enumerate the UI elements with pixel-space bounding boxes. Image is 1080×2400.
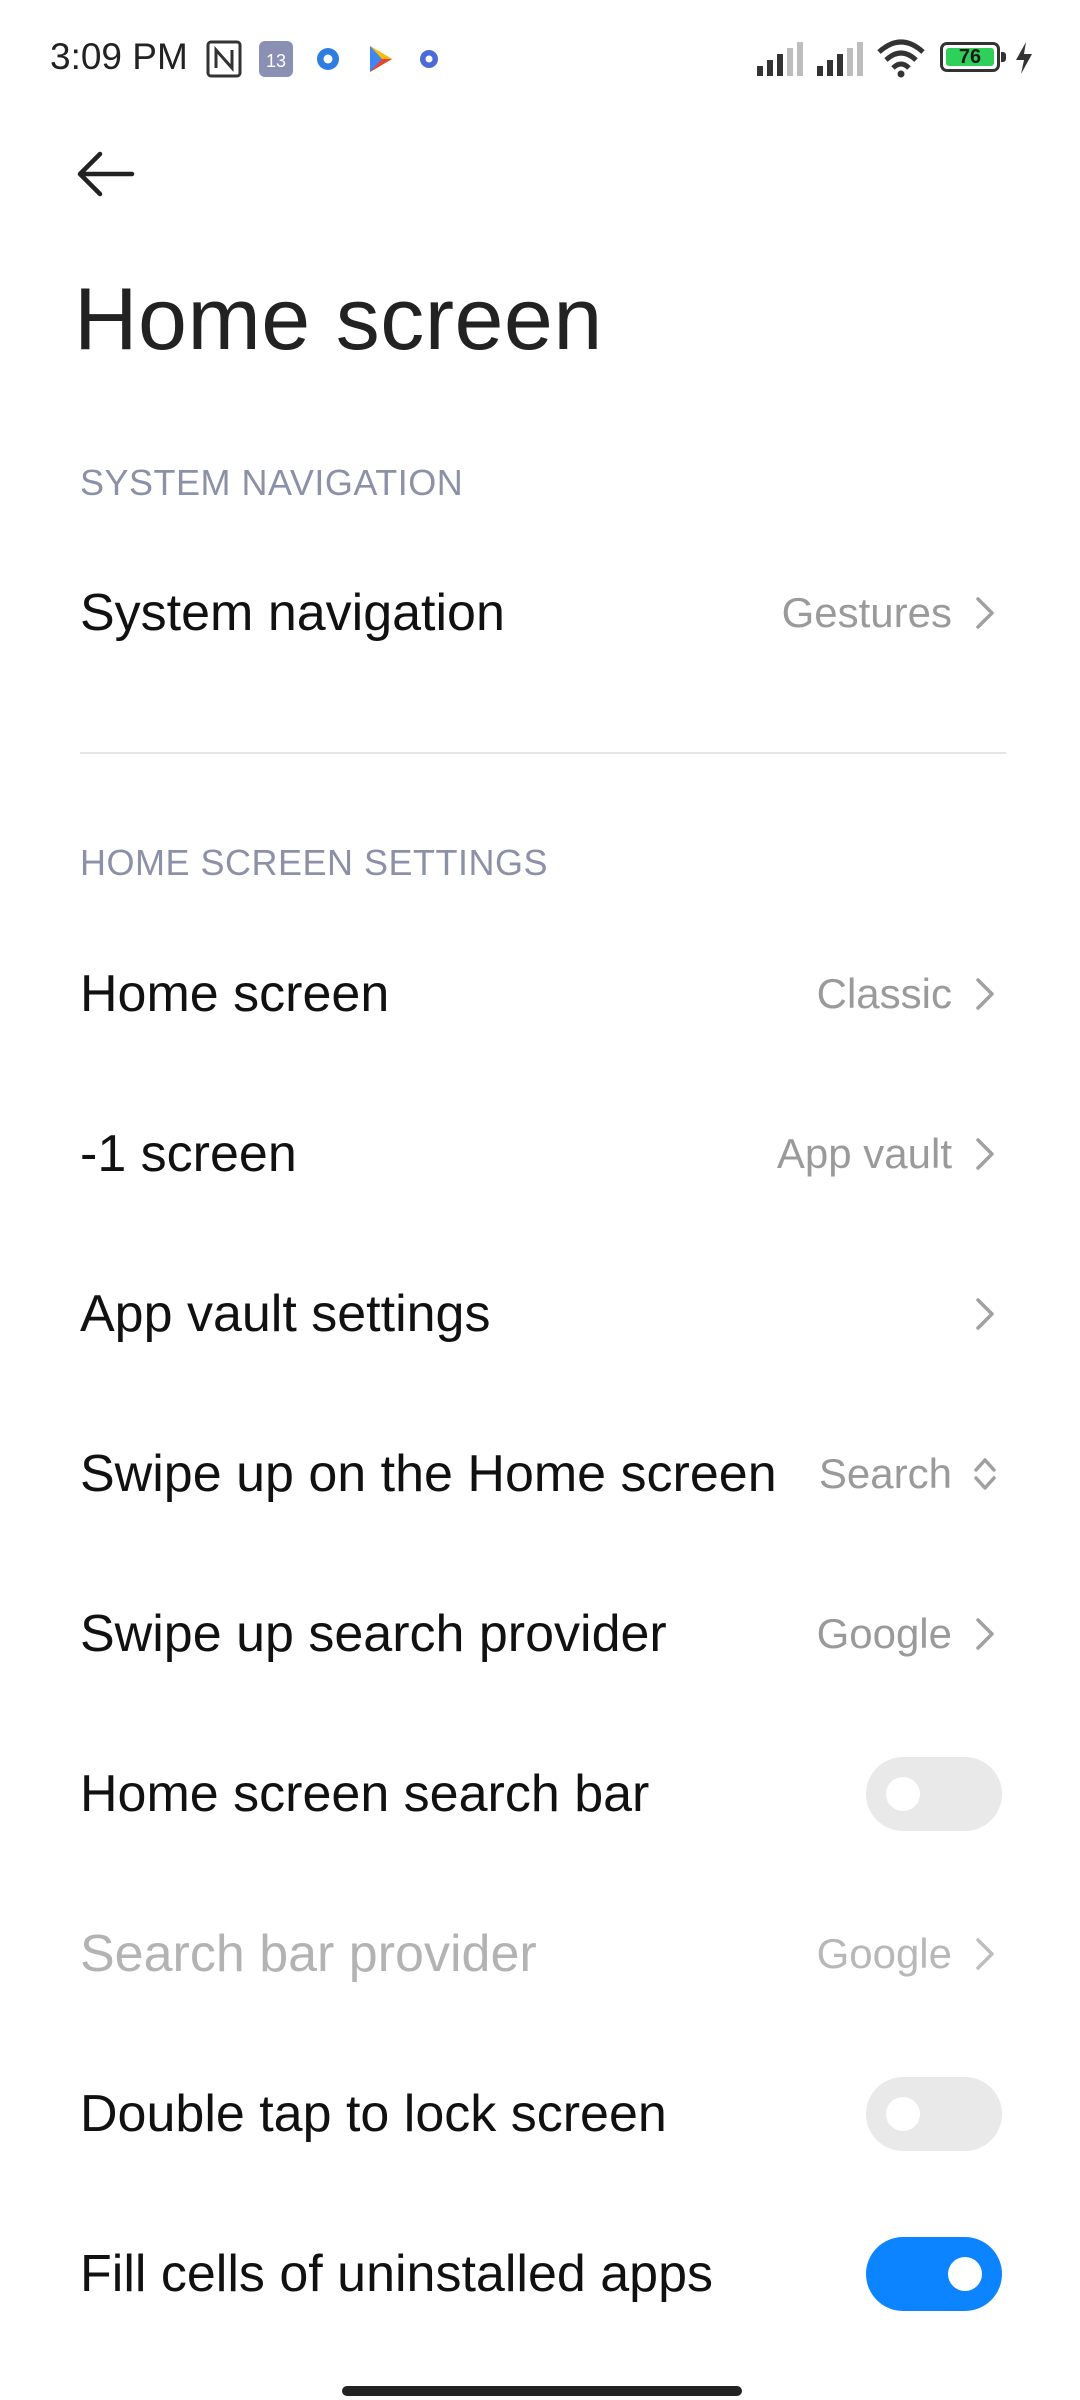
setting-value: Gestures (781, 589, 952, 636)
chevron-right-icon (976, 1938, 994, 1970)
chevron-right-icon (976, 1138, 994, 1170)
setting-label: Swipe up on the Home screen (80, 1445, 777, 1503)
chevron-right-icon (976, 978, 994, 1010)
setting-label: Swipe up search provider (80, 1605, 667, 1663)
play-store-icon (370, 46, 392, 72)
charging-icon (1016, 42, 1032, 74)
setting-row-minus-one-screen[interactable]: -1 screen App vault (0, 1084, 1080, 1224)
setting-row-swipe-up-home-screen[interactable]: Swipe up on the Home screen Search (0, 1404, 1080, 1544)
setting-row-home-screen[interactable]: Home screen Classic (0, 924, 1080, 1064)
setting-label: Double tap to lock screen (80, 2085, 667, 2143)
setting-row-app-vault-settings[interactable]: App vault settings (0, 1244, 1080, 1384)
setting-value: App vault (776, 1130, 952, 1177)
setting-label: Fill cells of uninstalled apps (80, 2245, 713, 2303)
settings-gear-icon (317, 48, 339, 70)
toggle-knob (886, 1777, 920, 1811)
battery-level: 76 (958, 46, 982, 68)
chevron-right-icon (976, 597, 994, 629)
toggle-knob (948, 2257, 982, 2291)
setting-label: App vault settings (80, 1285, 491, 1343)
setting-row-swipe-up-search-provider[interactable]: Swipe up search provider Google (0, 1564, 1080, 1704)
setting-value: Classic (816, 970, 952, 1017)
section-header-system-navigation: SYSTEM NAVIGATION (80, 462, 464, 503)
signal-icon (757, 42, 803, 76)
battery-icon: 76 (940, 42, 1006, 72)
fill-cells-toggle[interactable] (866, 2237, 1002, 2311)
signal-icon-2 (817, 42, 863, 76)
home-indicator[interactable] (342, 2386, 742, 2396)
section-header-home-screen-settings: HOME SCREEN SETTINGS (80, 842, 549, 883)
setting-row-fill-cells-uninstalled[interactable]: Fill cells of uninstalled apps (0, 2204, 1080, 2344)
setting-label: Home screen search bar (80, 1765, 650, 1823)
chevron-right-icon (976, 1298, 994, 1330)
divider (80, 752, 1006, 754)
page-title: Home screen (74, 269, 603, 368)
setting-value: Google (816, 1610, 952, 1657)
toggle-knob (886, 2097, 920, 2131)
chevron-right-icon (976, 1618, 994, 1650)
status-bar: 3:09 PM 13 76 (0, 0, 1080, 120)
setting-label: System navigation (80, 584, 505, 642)
setting-label: Search bar provider (80, 1925, 537, 1983)
status-time: 3:09 PM (50, 36, 188, 77)
setting-value: Google (816, 1930, 952, 1977)
back-arrow-icon (77, 151, 135, 197)
setting-label: -1 screen (80, 1125, 297, 1183)
svg-text:13: 13 (266, 51, 286, 71)
nfc-icon (206, 40, 242, 78)
setting-row-system-navigation[interactable]: System navigation Gestures (0, 543, 1080, 683)
chevron-up-down-icon (974, 1458, 996, 1490)
settings-small-icon (420, 50, 438, 68)
setting-label: Home screen (80, 965, 390, 1023)
notification-app-icon: 13 (259, 41, 293, 77)
double-tap-lock-toggle[interactable] (866, 2077, 1002, 2151)
back-button[interactable] (70, 140, 150, 210)
setting-row-double-tap-lock[interactable]: Double tap to lock screen (0, 2044, 1080, 2184)
setting-row-search-bar-provider: Search bar provider Google (0, 1884, 1080, 2024)
search-bar-toggle[interactable] (866, 1757, 1002, 1831)
setting-row-home-screen-search-bar[interactable]: Home screen search bar (0, 1724, 1080, 1864)
wifi-icon (877, 39, 925, 78)
setting-value: Search (818, 1450, 952, 1497)
